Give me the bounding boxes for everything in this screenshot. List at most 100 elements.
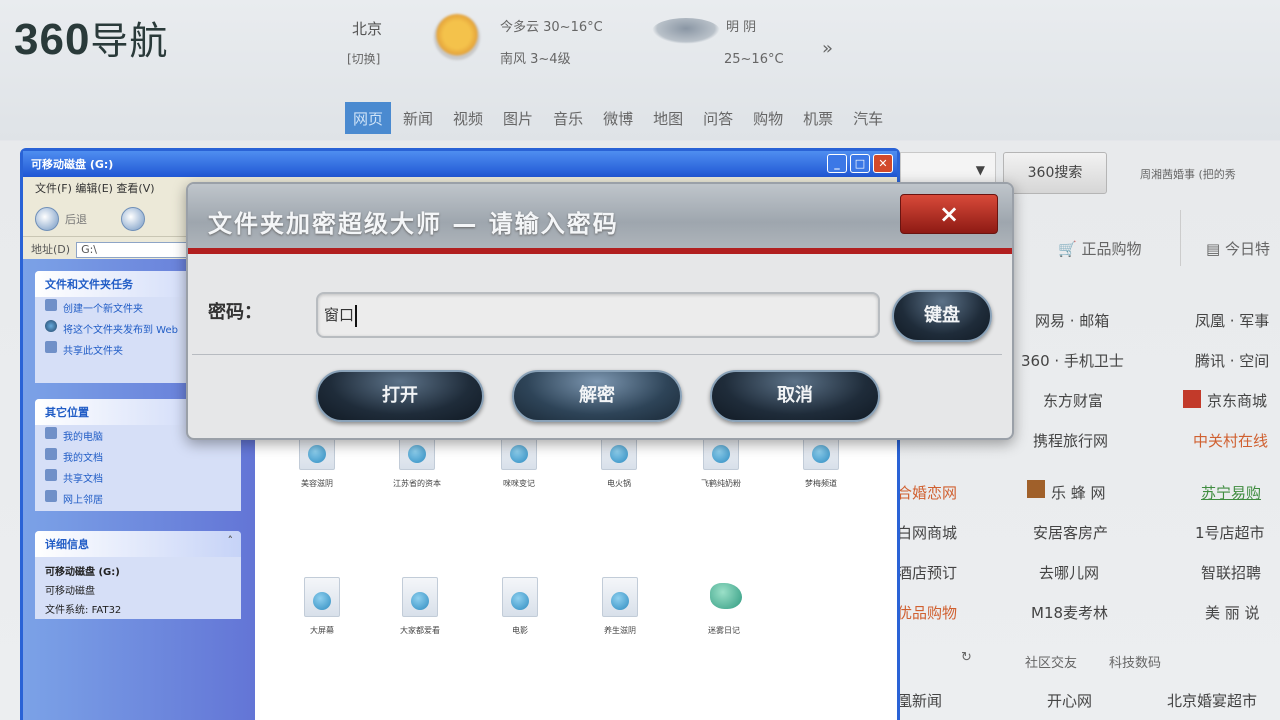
details-panel: 详细信息 ˄ 可移动磁盘 (G:) 可移动磁盘 文件系统: FAT32 xyxy=(35,531,241,619)
explorer-titlebar[interactable]: 可移动磁盘 (G:) _ □ ✕ xyxy=(23,151,897,177)
file-item[interactable]: 大家都爱看 xyxy=(375,577,465,636)
place-shared-docs[interactable]: 共享文档 xyxy=(35,467,241,488)
link-item[interactable]: 北京婚宴超市 xyxy=(1167,690,1257,711)
link-item[interactable]: 携程旅行网 xyxy=(1033,430,1108,451)
link-item[interactable]: 乐 蜂 网 xyxy=(1051,482,1106,503)
link-item[interactable]: M18麦考林 xyxy=(1031,602,1108,623)
password-dialog: 文件夹加密超级大师 — 请输入密码 × 密码： 窗口 键盘 打开 解密 取消 xyxy=(186,182,1014,440)
search-category-tabs: 网页 新闻 视频 图片 音乐 微博 地图 问答 购物 机票 汽车 xyxy=(345,102,895,134)
panel-header[interactable]: 详细信息 ˄ xyxy=(35,531,241,557)
link-item[interactable]: 中关村在线 xyxy=(1193,430,1268,451)
link-item[interactable]: 苏宁易购 xyxy=(1201,482,1261,503)
tab-shopping[interactable]: 购物 xyxy=(745,102,791,134)
weather-today: 今多云 30~16°C xyxy=(500,20,603,35)
search-button[interactable]: 360搜索 xyxy=(1003,152,1107,194)
maximize-button[interactable]: □ xyxy=(850,154,870,173)
logo-text: 导航 xyxy=(90,21,169,63)
link-item[interactable]: 合婚恋网 xyxy=(897,482,957,503)
file-item[interactable]: 养生滋阴 xyxy=(575,577,665,636)
link-tech[interactable]: 科技数码 xyxy=(1109,652,1161,671)
tab-weibo[interactable]: 微博 xyxy=(595,102,641,134)
detail-name: 可移动磁盘 (G:) xyxy=(45,567,120,578)
shared-docs-icon xyxy=(45,469,57,481)
tab-today-deals[interactable]: ▤ 今日特 xyxy=(1206,238,1270,259)
back-icon[interactable] xyxy=(35,207,59,231)
weather-tomorrow: 明 阴 xyxy=(726,20,757,35)
tab-web[interactable]: 网页 xyxy=(345,102,392,134)
back-label[interactable]: 后退 xyxy=(65,211,87,227)
link-item[interactable]: 京东商城 xyxy=(1207,390,1267,411)
link-item[interactable]: 安居客房产 xyxy=(1033,522,1108,543)
tab-maps[interactable]: 地图 xyxy=(645,102,691,134)
dialog-title: 文件夹加密超级大师 — 请输入密码 xyxy=(208,210,619,238)
lefeng-icon xyxy=(1027,480,1045,498)
link-item[interactable]: 去哪儿网 xyxy=(1039,562,1099,583)
weather-switch-link[interactable]: [切换] xyxy=(347,50,380,67)
tab-qa[interactable]: 问答 xyxy=(695,102,741,134)
sun-cloud-icon xyxy=(434,14,480,60)
keyboard-button[interactable]: 键盘 xyxy=(892,290,992,342)
link-item[interactable]: 凤凰 · 军事 xyxy=(1195,310,1269,331)
link-item[interactable]: 优品购物 xyxy=(897,602,957,623)
file-item[interactable]: 大屏幕 xyxy=(277,577,367,636)
link-item[interactable]: 腾讯 · 空间 xyxy=(1195,350,1269,371)
link-item[interactable]: 白网商城 xyxy=(897,522,957,543)
place-network[interactable]: 网上邻居 xyxy=(35,488,241,509)
link-item[interactable]: 1号店超市 xyxy=(1195,522,1265,543)
dropdown-arrow-icon[interactable]: ▼ xyxy=(976,163,985,177)
link-item[interactable]: 开心网 xyxy=(1047,690,1092,711)
file-icon xyxy=(402,577,438,617)
link-item[interactable]: 东方财富 xyxy=(1043,390,1103,411)
tab-news[interactable]: 新闻 xyxy=(395,102,441,134)
forward-icon[interactable] xyxy=(121,207,145,231)
link-item[interactable]: 智联招聘 xyxy=(1201,562,1261,583)
text-caret xyxy=(355,304,358,327)
divider xyxy=(1180,210,1181,266)
globe-icon xyxy=(45,320,57,332)
place-my-documents[interactable]: 我的文档 xyxy=(35,446,241,467)
folder-icon xyxy=(45,299,57,311)
file-icon xyxy=(304,577,340,617)
tab-genuine-shopping[interactable]: 🛒 正品购物 xyxy=(1058,238,1141,259)
tab-video[interactable]: 视频 xyxy=(445,102,491,134)
weather-city: 北京 xyxy=(352,20,383,38)
link-item[interactable]: 酒店预订 xyxy=(897,562,957,583)
logo-number: 360 xyxy=(14,15,91,64)
network-icon xyxy=(45,490,57,502)
link-item[interactable]: 网易 · 邮箱 xyxy=(1035,310,1109,331)
close-icon[interactable]: × xyxy=(900,194,998,234)
tab-images[interactable]: 图片 xyxy=(495,102,541,134)
jd-icon xyxy=(1183,390,1201,408)
password-label: 密码： xyxy=(208,302,262,323)
weather-more-icon[interactable]: » xyxy=(822,38,833,59)
file-item[interactable]: 电影 xyxy=(475,577,565,636)
password-input[interactable]: 窗口 xyxy=(316,292,880,338)
documents-icon xyxy=(45,448,57,460)
refresh-icon[interactable]: ↻ xyxy=(961,650,972,665)
tab-music[interactable]: 音乐 xyxy=(545,102,591,134)
decrypt-button[interactable]: 解密 xyxy=(512,370,682,422)
weather-wind: 南风 3~4级 xyxy=(500,52,571,67)
detail-type: 可移动磁盘 xyxy=(45,586,95,597)
share-icon xyxy=(45,341,57,353)
link-item[interactable]: 360 · 手机卫士 xyxy=(1021,350,1124,371)
chevron-up-icon[interactable]: ˄ xyxy=(228,534,234,547)
cancel-button[interactable]: 取消 xyxy=(710,370,880,422)
minimize-button[interactable]: _ xyxy=(827,154,847,173)
detail-filesystem: 文件系统: FAT32 xyxy=(45,605,122,616)
file-icon xyxy=(502,577,538,617)
link-social[interactable]: 社区交友 xyxy=(1025,652,1077,671)
computer-icon xyxy=(45,427,57,439)
tab-flights[interactable]: 机票 xyxy=(795,102,841,134)
tab-cars[interactable]: 汽车 xyxy=(845,102,891,134)
search-hot-hint[interactable]: 周湘茜婚事 (把的秀 xyxy=(1140,166,1236,182)
360-logo[interactable]: 360导航 xyxy=(14,10,168,65)
link-item[interactable]: 美 丽 说 xyxy=(1205,602,1260,623)
window-title: 可移动磁盘 (G:) xyxy=(31,158,114,171)
open-button[interactable]: 打开 xyxy=(316,370,484,422)
bag-icon: ▤ xyxy=(1206,240,1225,258)
app-icon xyxy=(706,577,742,617)
file-item[interactable]: 迷雾日记 xyxy=(679,577,769,636)
close-button[interactable]: ✕ xyxy=(873,154,893,173)
link-item[interactable]: 凰新闻 xyxy=(897,690,942,711)
